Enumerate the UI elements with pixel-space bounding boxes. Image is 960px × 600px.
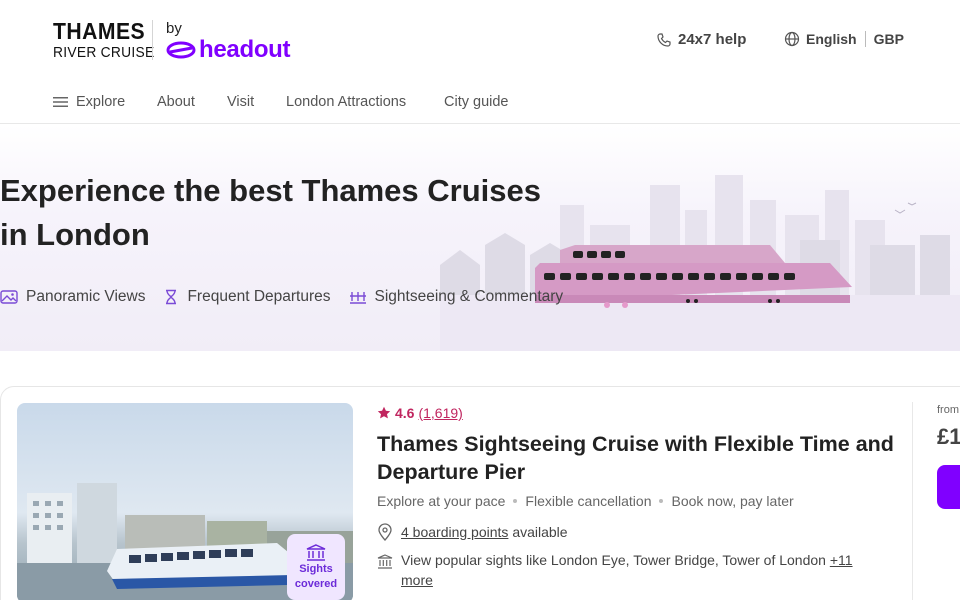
feature-sightseeing: Sightseeing & Commentary <box>349 288 564 306</box>
price-divider <box>912 402 913 600</box>
feature-panoramic-views: Panoramic Views <box>0 288 145 306</box>
main-nav: Explore About Visit London Attractions C… <box>0 84 960 124</box>
logo-line1: THAMES <box>53 18 146 44</box>
nav-london-attractions[interactable]: London Attractions <box>286 94 406 110</box>
meta-book-now: Book now, pay later <box>671 493 794 509</box>
from-label: from <box>937 404 959 416</box>
logo-line2: RIVER CRUISE <box>53 44 155 61</box>
hourglass-icon <box>166 289 177 305</box>
by-label: by <box>166 20 182 37</box>
price-value: £1 <box>937 424 960 449</box>
language-currency-selector[interactable]: English GBP <box>784 31 904 47</box>
thames-river-cruise-logo[interactable]: THAMES RIVER CRUISE <box>53 20 163 62</box>
nav-about[interactable]: About <box>157 94 195 110</box>
hero-title-line1: Experience the best Thames Cruises <box>0 173 542 208</box>
sights-covered-badge[interactable]: Sights covered <box>287 534 345 600</box>
star-icon <box>377 406 391 419</box>
image-icon <box>0 290 18 304</box>
help-link[interactable]: 24x7 help <box>656 31 746 48</box>
sights-badge-line1: Sights <box>299 563 333 575</box>
currency-label: GBP <box>873 31 904 47</box>
nav-city-guide[interactable]: City guide <box>444 94 508 110</box>
meta-pace: Explore at your pace <box>377 493 506 509</box>
boarding-text: 4 boarding points available <box>401 522 568 542</box>
meta-cancellation: Flexible cancellation <box>525 493 652 509</box>
hero-title-line2: in London <box>0 217 150 252</box>
sights-row: View popular sights like London Eye, Tow… <box>377 550 887 590</box>
product-meta: Explore at your pace Flexible cancellati… <box>377 493 794 509</box>
hero-features: Panoramic Views Frequent Departures Sigh… <box>0 288 581 306</box>
review-count-link[interactable]: (1,619) <box>418 405 462 421</box>
logo-divider <box>152 20 153 60</box>
product-title[interactable]: Thames Sightseeing Cruise with Flexible … <box>377 430 897 486</box>
boarding-points-row: 4 boarding points available <box>377 522 568 542</box>
monument-icon <box>377 554 393 569</box>
site-header: THAMES RIVER CRUISE by headout 24x7 help… <box>0 0 960 84</box>
headout-logo[interactable]: headout <box>166 36 291 64</box>
location-pin-icon <box>378 523 392 541</box>
meta-dot <box>513 499 518 503</box>
nav-visit[interactable]: Visit <box>227 94 254 110</box>
monument-icon <box>306 544 326 561</box>
nav-explore[interactable]: Explore <box>53 94 125 110</box>
hero-banner: Experience the best Thames Cruises in Lo… <box>0 125 960 351</box>
feature-label: Frequent Departures <box>187 288 331 305</box>
nav-explore-label: Explore <box>76 94 126 110</box>
sights-badge-line2: covered <box>294 578 338 590</box>
lang-divider <box>864 31 866 47</box>
language-label: English <box>806 31 857 47</box>
feature-label: Panoramic Views <box>26 288 146 305</box>
help-label: 24x7 help <box>678 31 747 48</box>
boarding-suffix: available <box>512 524 568 540</box>
phone-icon <box>657 32 671 47</box>
globe-icon <box>784 31 800 47</box>
hamburger-menu-icon <box>53 97 68 107</box>
meta-dot <box>659 499 664 503</box>
hero-title: Experience the best Thames Cruises in Lo… <box>0 169 600 257</box>
headout-mark-icon <box>166 41 196 59</box>
headout-wordmark: headout <box>199 36 291 63</box>
feature-frequent-departures: Frequent Departures <box>163 288 331 306</box>
boarding-points-link[interactable]: 4 boarding points <box>401 524 508 540</box>
sights-description: View popular sights like London Eye, Tow… <box>401 552 826 568</box>
rating-value: 4.6 <box>395 405 415 421</box>
product-rating[interactable]: 4.6 (1,619) <box>377 405 463 421</box>
check-availability-button[interactable] <box>937 465 960 509</box>
feature-label: Sightseeing & Commentary <box>374 288 564 305</box>
sights-text: View popular sights like London Eye, Tow… <box>401 550 887 590</box>
pier-icon <box>349 292 366 304</box>
